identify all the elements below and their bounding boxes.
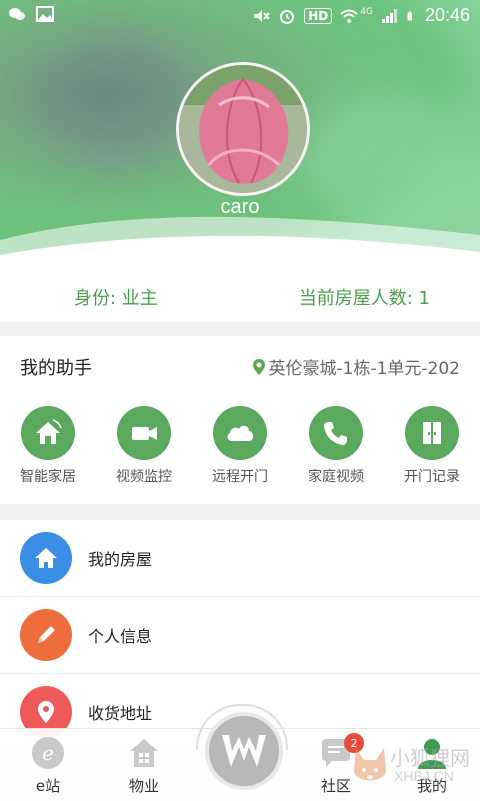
watermark-sub: XHBJ.CN xyxy=(394,768,454,784)
nav-label: 物业 xyxy=(128,777,159,795)
tool-label: 远程开门 xyxy=(212,469,268,485)
nav-label: e站 xyxy=(35,777,61,795)
watermark-text: 小狐狸网 xyxy=(390,746,470,770)
menu-label: 收货地址 xyxy=(88,704,153,723)
username: caro xyxy=(220,196,260,218)
battery-icon xyxy=(407,11,412,20)
video-camera-icon xyxy=(132,427,157,440)
location-label: 英伦豪城-1栋-1单元-202 xyxy=(268,359,460,379)
nav-label: 社区 xyxy=(320,777,351,795)
location-pin-icon xyxy=(252,358,265,375)
avatar-flower-image xyxy=(179,65,307,193)
tool-label: 家庭视频 xyxy=(308,469,364,485)
identity-label: 身份: 业主 xyxy=(74,288,158,309)
header-background-blur xyxy=(40,30,190,170)
e-station-icon: e xyxy=(32,737,64,769)
wechat-icon xyxy=(9,8,25,20)
signal-icon xyxy=(381,8,397,23)
svg-text:e: e xyxy=(42,741,54,765)
tool-remote-open[interactable]: 远程开门 xyxy=(192,406,288,486)
nav-e-station[interactable]: e e站 xyxy=(8,735,88,796)
property-icon xyxy=(130,739,158,767)
location-pin-icon xyxy=(38,701,54,723)
center-logo-button[interactable] xyxy=(205,712,283,790)
status-time: 20:46 xyxy=(424,5,470,25)
menu-label: 我的房屋 xyxy=(88,550,153,569)
tool-label: 智能家居 xyxy=(20,469,76,485)
assistant-title: 我的助手 xyxy=(20,358,92,379)
tool-label: 开门记录 xyxy=(404,469,460,485)
assistant-tools: 智能家居 视频监控 远程开门 家庭视频 开门记录 xyxy=(0,406,480,486)
assistant-section: 我的助手 英伦豪城-1栋-1单元-202 智能家居 视频监控 远程开门 家庭视频… xyxy=(0,336,480,504)
menu-item-my-house[interactable]: 我的房屋 xyxy=(0,520,480,597)
tool-label: 视频监控 xyxy=(116,469,172,485)
smart-home-icon xyxy=(36,419,62,444)
location-selector[interactable]: 英伦豪城-1栋-1单元-202 xyxy=(252,354,460,379)
door-icon xyxy=(423,422,441,444)
site-watermark: 小狐狸网 XHBJ.CN xyxy=(350,740,476,796)
tool-door-records[interactable]: 开门记录 xyxy=(384,406,480,486)
wifi-icon xyxy=(340,9,358,23)
nav-property[interactable]: 物业 xyxy=(104,735,184,796)
house-count-label: 当前房屋人数: 1 xyxy=(298,288,430,309)
house-icon xyxy=(35,548,57,568)
status-bar: HD 4G 20:46 xyxy=(0,0,480,32)
profile-header: caro xyxy=(0,0,480,270)
alarm-icon xyxy=(280,9,295,24)
hd-badge: HD xyxy=(304,7,333,24)
fox-logo-icon xyxy=(354,748,386,781)
avatar[interactable] xyxy=(176,62,310,196)
mute-icon xyxy=(254,9,271,22)
tool-smart-home[interactable]: 智能家居 xyxy=(0,406,96,486)
gallery-icon xyxy=(36,6,54,22)
cloud-icon xyxy=(227,425,254,441)
phone-icon xyxy=(324,422,347,445)
tool-video-monitor[interactable]: 视频监控 xyxy=(96,406,192,486)
menu-item-personal-info[interactable]: 个人信息 xyxy=(0,597,480,674)
network-type: 4G xyxy=(360,6,373,17)
pencil-icon xyxy=(38,626,55,643)
menu-label: 个人信息 xyxy=(88,627,153,646)
user-info-row: 身份: 业主 当前房屋人数: 1 xyxy=(0,270,480,322)
tool-family-video[interactable]: 家庭视频 xyxy=(288,406,384,486)
w-logo-icon xyxy=(222,735,266,767)
